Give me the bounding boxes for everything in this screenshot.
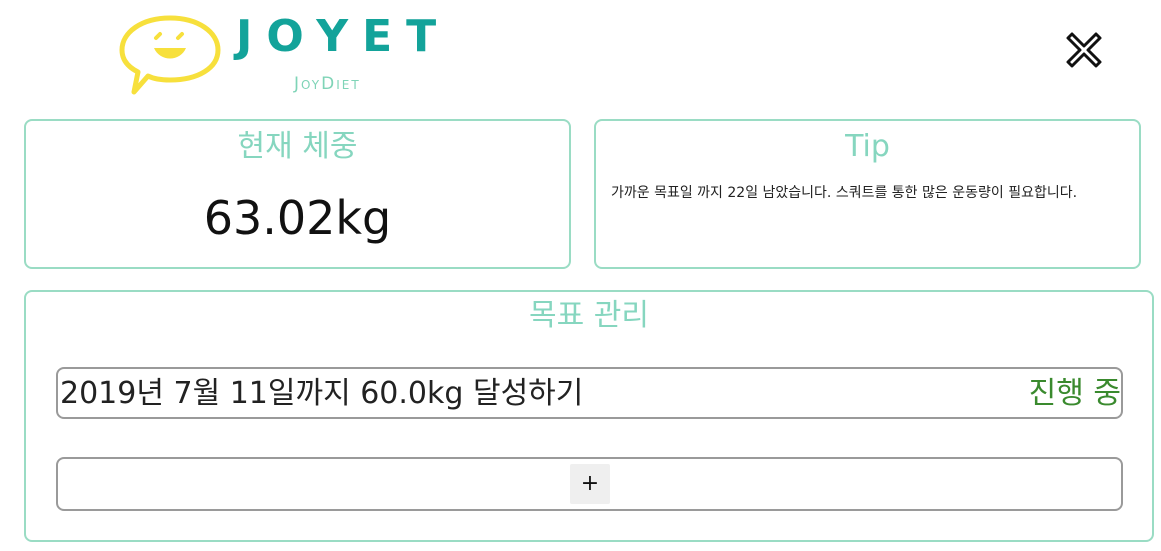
add-goal-button[interactable]: + bbox=[570, 464, 610, 504]
smiley-speech-bubble-icon bbox=[119, 15, 221, 95]
logo-title: JOYET bbox=[236, 11, 451, 62]
goal-item-text: 2019년 7월 11일까지 60.0kg 달성하기 bbox=[60, 376, 584, 411]
add-goal-row: + bbox=[56, 457, 1123, 511]
current-weight-title: 현재 체중 bbox=[237, 129, 358, 164]
tip-card: Tip 가까운 목표일 까지 22일 남았습니다. 스쿼트를 통한 많은 운동량… bbox=[594, 119, 1141, 269]
tip-text: 가까운 목표일 까지 22일 남았습니다. 스쿼트를 통한 많은 운동량이 필요… bbox=[611, 185, 1078, 201]
tip-title: Tip bbox=[845, 129, 890, 164]
goal-management-title: 목표 관리 bbox=[529, 298, 649, 333]
goal-management-card: 목표 관리 2019년 7월 11일까지 60.0kg 달성하기 진행 중 + bbox=[24, 290, 1154, 542]
logo-subtitle: JoyDiet bbox=[294, 74, 361, 94]
joyet-page: JOYET JoyDiet 현재 체중 63.02kg Tip 가까운 목표일 … bbox=[0, 0, 1161, 551]
current-weight-value: 63.02kg bbox=[203, 191, 392, 245]
goal-item-status: 진행 중 bbox=[1028, 376, 1121, 411]
goal-item[interactable]: 2019년 7월 11일까지 60.0kg 달성하기 진행 중 bbox=[56, 367, 1123, 419]
close-icon[interactable] bbox=[1062, 28, 1106, 72]
logo[interactable]: JOYET JoyDiet bbox=[118, 10, 448, 100]
current-weight-card: 현재 체중 63.02kg bbox=[24, 119, 571, 269]
